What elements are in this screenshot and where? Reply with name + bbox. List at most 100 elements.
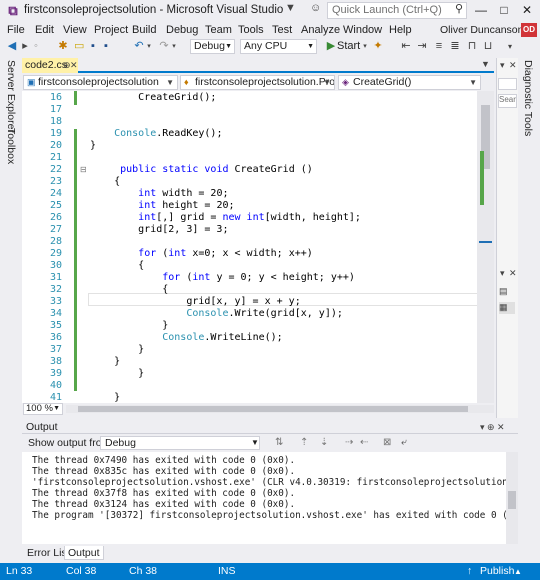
feedback-icon[interactable]: ☺ bbox=[310, 2, 326, 18]
undo-dropdown-icon[interactable]: ▾ bbox=[145, 39, 153, 54]
output-scroll-thumb[interactable] bbox=[508, 491, 516, 509]
code-line[interactable]: CreateGrid(); bbox=[90, 92, 216, 104]
maximize-button[interactable]: □ bbox=[493, 0, 515, 20]
next-bookmark-icon[interactable]: ⊔ bbox=[481, 39, 495, 54]
panel-dropdown-icon[interactable]: ▾ bbox=[500, 60, 505, 71]
menu-analyze[interactable]: Analyze bbox=[301, 22, 340, 38]
clear-all-icon[interactable]: ⊠ bbox=[383, 436, 391, 450]
start-dropdown-icon[interactable]: ▾ bbox=[361, 39, 369, 54]
output-window-buttons[interactable]: ▾ ⊕ ✕ bbox=[480, 420, 505, 434]
code-line[interactable]: public static void CreateGrid () bbox=[90, 164, 313, 176]
properties-icon[interactable]: ▤ bbox=[499, 286, 515, 298]
publish-button[interactable]: Publish bbox=[480, 563, 514, 580]
quick-launch-input[interactable]: Quick Launch (Ctrl+Q) bbox=[327, 2, 467, 19]
open-file-icon[interactable]: ▭ bbox=[74, 39, 84, 54]
code-line[interactable]: } bbox=[90, 344, 144, 356]
indent-icon[interactable]: ⇤ bbox=[399, 39, 413, 54]
code-line[interactable]: Console.WriteLine(); bbox=[90, 332, 282, 344]
panel-pin-icon[interactable]: ✕ bbox=[509, 60, 517, 71]
output-text-area[interactable]: The thread 0x7490 has exited with code 0… bbox=[22, 452, 518, 544]
history-icon[interactable]: ◦ bbox=[31, 39, 41, 54]
toolbar-overflow-icon[interactable]: ▾ bbox=[505, 39, 515, 54]
code-editor[interactable]: 16 17 18 19 20 21 22 23 24 25 26 27 28 29 30 31 32 33 34 35… bbox=[22, 91, 494, 403]
horizontal-scroll-thumb[interactable] bbox=[78, 406, 468, 412]
menu-tools[interactable]: Tools bbox=[238, 22, 264, 38]
new-project-icon[interactable]: ✱ bbox=[57, 39, 69, 54]
code-line[interactable]: { bbox=[90, 176, 120, 188]
member-select[interactable]: ◈ CreateGrid() ▼ bbox=[338, 75, 481, 90]
zoom-select[interactable]: 100 % ▼ bbox=[23, 403, 63, 415]
panel2-dropdown-icon[interactable]: ▾ bbox=[500, 268, 505, 279]
undo-icon[interactable]: ↶ bbox=[133, 39, 145, 54]
notification-filter-icon[interactable]: ▼ bbox=[285, 2, 299, 18]
code-line[interactable]: } bbox=[90, 320, 168, 332]
code-line[interactable]: int[,] grid = new int[width, height]; bbox=[90, 212, 361, 224]
close-button[interactable]: ✕ bbox=[516, 0, 538, 20]
property-pages-icon[interactable]: ▦ bbox=[499, 302, 515, 314]
menu-window[interactable]: Window bbox=[343, 22, 382, 38]
menu-view[interactable]: View bbox=[63, 22, 87, 38]
save-all-icon[interactable]: ▪ bbox=[100, 39, 112, 54]
find-message-icon[interactable]: ⇅ bbox=[275, 436, 283, 450]
code-line[interactable]: Console.ReadKey(); bbox=[90, 128, 222, 140]
start-play-icon[interactable]: ▶ bbox=[325, 39, 337, 54]
panel2-close-icon[interactable]: ✕ bbox=[509, 268, 517, 279]
back-icon[interactable]: ◀ bbox=[6, 39, 18, 54]
go-to-previous-icon[interactable]: ⇡ bbox=[300, 436, 308, 450]
go-to-next-icon[interactable]: ⇣ bbox=[320, 436, 328, 450]
code-line[interactable]: int height = 20; bbox=[90, 200, 234, 212]
menu-build[interactable]: Build bbox=[132, 22, 156, 38]
menu-help[interactable]: Help bbox=[389, 22, 412, 38]
avatar[interactable]: OD bbox=[521, 23, 537, 37]
save-icon[interactable]: ▪ bbox=[88, 39, 98, 54]
bookmark-icon[interactable]: ⊓ bbox=[465, 39, 479, 54]
redo-dropdown-icon[interactable]: ▾ bbox=[170, 39, 178, 54]
code-line[interactable]: } bbox=[90, 392, 120, 403]
server-explorer-tab[interactable]: Server Explorer bbox=[5, 60, 17, 133]
next-message-icon[interactable]: ⇢ bbox=[345, 436, 353, 450]
code-line[interactable]: } bbox=[90, 356, 120, 368]
diagnostic-tools-tab[interactable]: Diagnostic Tools bbox=[522, 60, 534, 136]
code-line[interactable]: int width = 20; bbox=[90, 188, 228, 200]
menu-team[interactable]: Team bbox=[205, 22, 232, 38]
code-line[interactable]: } bbox=[90, 368, 144, 380]
menu-test[interactable]: Test bbox=[272, 22, 292, 38]
live-tree-icon[interactable]: ✦ bbox=[372, 39, 384, 54]
publish-dropdown-icon[interactable]: ▲ bbox=[514, 563, 522, 580]
platform-select[interactable]: Any CPU ▼ bbox=[240, 39, 317, 54]
code-line[interactable]: { bbox=[90, 284, 168, 296]
word-wrap-icon[interactable]: ⤶ bbox=[401, 436, 407, 450]
outdent-icon[interactable]: ⇥ bbox=[415, 39, 429, 54]
chevron-down-icon[interactable]: ▼ bbox=[251, 436, 259, 450]
toolbox-tab[interactable]: Toolbox bbox=[5, 128, 17, 164]
code-line[interactable]: for (int y = 0; y < height; y++) bbox=[90, 272, 355, 284]
output-source-select[interactable]: Debug bbox=[100, 436, 260, 450]
menu-debug[interactable]: Debug bbox=[166, 22, 198, 38]
code-line[interactable]: grid[2, 3] = 3; bbox=[90, 224, 228, 236]
class-select[interactable]: ♦ firstconsoleprojectsolution.Progran▼ bbox=[180, 75, 335, 90]
code-line[interactable]: Console.Write(grid[x, y]); bbox=[90, 308, 343, 320]
redo-icon[interactable]: ↷ bbox=[158, 39, 170, 54]
project-select[interactable]: ▣ firstconsoleprojectsolution ▼ bbox=[23, 75, 178, 90]
menu-edit[interactable]: Edit bbox=[35, 22, 54, 38]
minimize-button[interactable]: — bbox=[470, 0, 492, 20]
code-lines[interactable]: CreateGrid(); Console.ReadKey();} public… bbox=[22, 91, 477, 403]
publish-up-icon[interactable]: ↑ bbox=[467, 563, 472, 580]
tabs-dropdown-icon[interactable]: ▼ bbox=[481, 59, 490, 69]
code-line[interactable]: grid[x, y] = x + y; bbox=[90, 296, 300, 308]
menu-file[interactable]: File bbox=[7, 22, 25, 38]
code-line[interactable]: } bbox=[90, 140, 96, 152]
solution-config-select[interactable]: Debug ▼ bbox=[190, 39, 235, 54]
code-line[interactable]: for (int x=0; x < width; x++) bbox=[90, 248, 313, 260]
close-tab-icon[interactable]: ✕ bbox=[70, 58, 78, 73]
prev-message-icon[interactable]: ⇠ bbox=[360, 436, 368, 450]
panel-search-input[interactable]: Sear bbox=[498, 94, 517, 108]
menu-project[interactable]: Project bbox=[94, 22, 128, 38]
comment-icon[interactable]: ≡ bbox=[432, 39, 446, 54]
uncomment-icon[interactable]: ≣ bbox=[448, 39, 462, 54]
forward-icon[interactable]: ▸ bbox=[20, 39, 30, 54]
tab-output[interactable]: Output bbox=[64, 546, 104, 560]
code-line[interactable]: { bbox=[90, 260, 144, 272]
user-name[interactable]: Oliver Duncanson bbox=[440, 22, 523, 38]
